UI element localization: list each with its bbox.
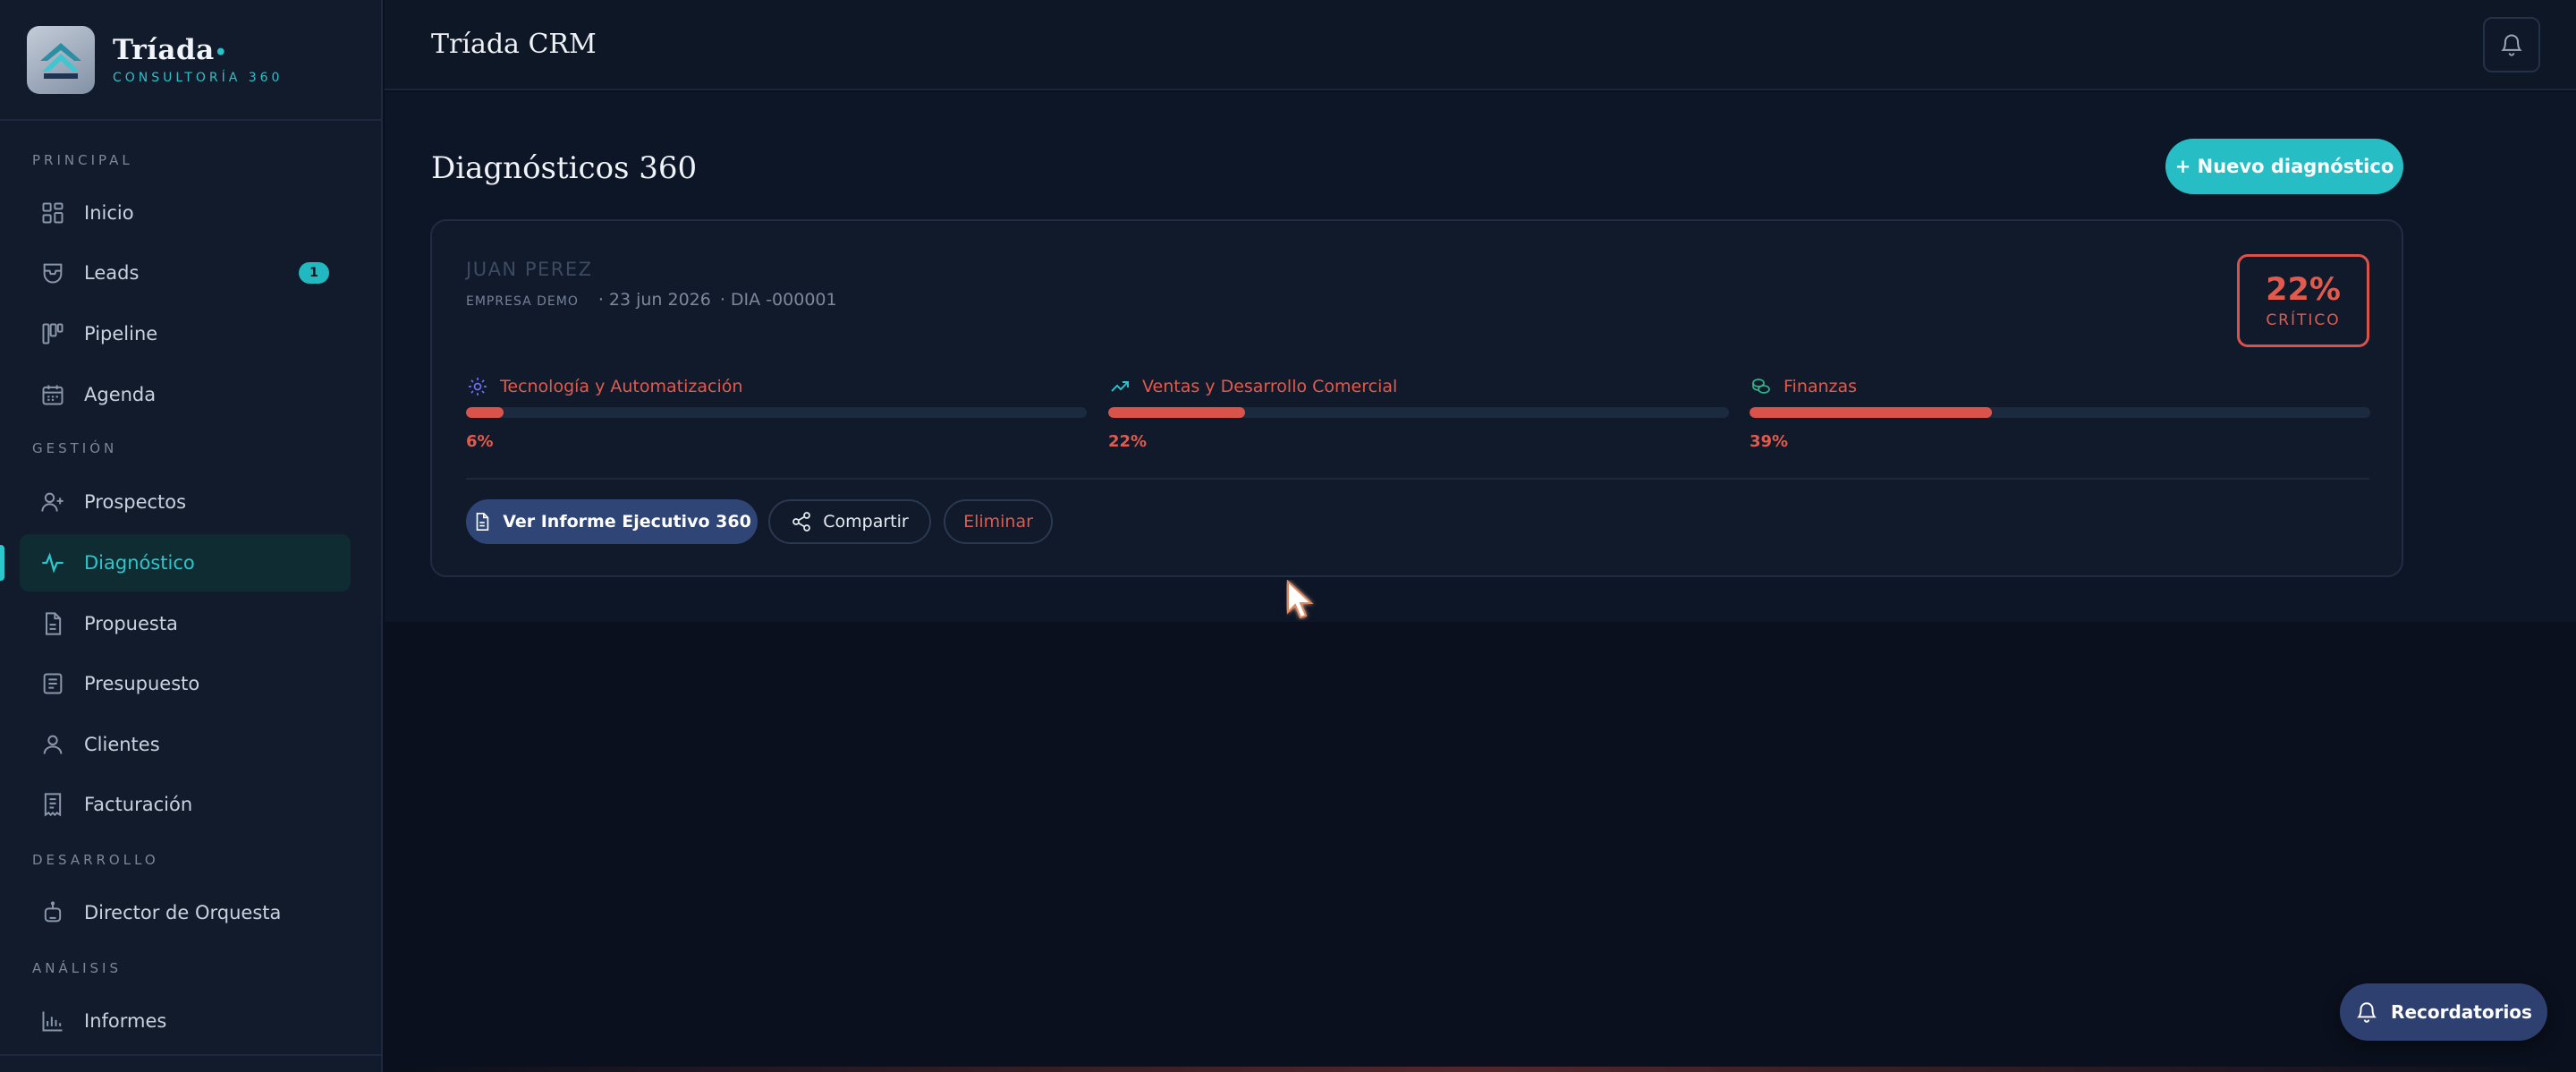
bottom-edge-glow (385, 1067, 2576, 1072)
pulse-icon (39, 549, 66, 576)
section-analisis: ANÁLISIS (32, 960, 122, 976)
sidebar-item-inicio[interactable]: Inicio (20, 184, 351, 242)
user-icon (39, 731, 66, 758)
sidebar-item-label: Facturación (84, 794, 193, 815)
new-diagnostic-button[interactable]: + Nuevo diagnóstico (2165, 139, 2403, 194)
metric-tecnologia: Tecnología y Automatización 6% (466, 375, 1087, 451)
reminders-label: Recordatorios (2391, 1001, 2532, 1023)
sidebar-item-director-de-orquesta[interactable]: Director de Orquesta (20, 884, 351, 941)
sidebar-item-informes[interactable]: Informes (20, 992, 351, 1050)
metric-label: Finanzas (1784, 377, 1858, 396)
sidebar-item-leads[interactable]: Leads 1 (20, 244, 351, 302)
section-principal: PRINCIPAL (32, 152, 133, 168)
chevron-logo-icon (40, 42, 81, 79)
calendar-icon (39, 381, 66, 408)
section-desarrollo: DESARROLLO (32, 852, 159, 868)
diagnostic-date: 23 jun 2026 (608, 290, 711, 310)
document-icon (472, 512, 492, 532)
metric-ventas: Ventas y Desarrollo Comercial 22% (1108, 375, 1729, 451)
robot-icon (39, 899, 66, 926)
kanban-icon (39, 320, 66, 347)
sidebar: Tríada• CONSULTORÍA 360 PRINCIPAL Inicio… (0, 0, 383, 1072)
diagnostic-meta: EMPRESA DEMO · 23 jun 2026 · DIA -000001 (466, 290, 837, 310)
metric-percent: 39% (1750, 432, 1789, 451)
leads-count-badge: 1 (299, 262, 329, 284)
metric-track (466, 407, 1087, 418)
sidebar-item-label: Director de Orquesta (84, 902, 282, 923)
sidebar-item-facturacion[interactable]: Facturación (20, 776, 351, 833)
metric-percent: 22% (1108, 432, 1148, 451)
metric-label: Tecnología y Automatización (500, 377, 743, 396)
metric-finanzas: Finanzas 39% (1750, 375, 2370, 451)
sidebar-item-label: Leads (84, 262, 140, 284)
sidebar-item-label: Informes (84, 1010, 167, 1032)
sidebar-item-label: Pipeline (84, 323, 158, 345)
metric-label: Ventas y Desarrollo Comercial (1142, 377, 1398, 396)
trend-up-icon (1108, 375, 1131, 398)
metric-fill (1750, 407, 1992, 418)
gear-icon (466, 375, 489, 398)
reminders-button[interactable]: Recordatorios (2340, 983, 2547, 1041)
grid-icon (39, 200, 66, 226)
diagnostic-code: DIA -000001 (730, 290, 837, 310)
metric-track (1108, 407, 1729, 418)
brand[interactable]: Tríada• CONSULTORÍA 360 (0, 0, 381, 121)
card-divider (466, 478, 2369, 480)
share-button[interactable]: Compartir (768, 499, 931, 544)
sidebar-item-label: Diagnóstico (84, 552, 195, 574)
bell-icon (2501, 34, 2522, 56)
topbar: Tríada CRM (385, 0, 2576, 90)
invoice-icon (39, 791, 66, 818)
sidebar-item-label: Agenda (84, 384, 157, 405)
active-indicator (0, 545, 4, 581)
metric-fill (466, 407, 504, 418)
score-label: CRÍTICO (2266, 311, 2341, 329)
section-gestion: GESTIÓN (32, 440, 118, 456)
metric-percent: 6% (466, 432, 494, 451)
sidebar-item-label: Prospectos (84, 491, 187, 513)
sidebar-item-label: Clientes (84, 734, 160, 755)
company-name: EMPRESA DEMO (466, 294, 579, 309)
sidebar-item-label: Propuesta (84, 613, 178, 634)
sidebar-item-clientes[interactable]: Clientes (20, 716, 351, 773)
delete-button[interactable]: Eliminar (944, 499, 1053, 544)
sidebar-item-propuesta[interactable]: Propuesta (20, 595, 351, 652)
view-report-label: Ver Informe Ejecutivo 360 (503, 512, 751, 532)
user-plus-icon (39, 489, 66, 515)
sidebar-item-diagnostico[interactable]: Diagnóstico (20, 534, 351, 591)
brand-logo (27, 25, 95, 94)
brand-subtitle: CONSULTORÍA 360 (113, 71, 284, 85)
document-icon (39, 610, 66, 637)
brand-dot: • (214, 41, 228, 64)
sidebar-item-pipeline[interactable]: Pipeline (20, 305, 351, 362)
sidebar-item-label: Inicio (84, 202, 134, 224)
app-title: Tríada CRM (431, 29, 597, 60)
sidebar-item-presupuesto[interactable]: Presupuesto (20, 655, 351, 712)
mouse-cursor-icon (1287, 580, 1314, 619)
sidebar-item-label: Presupuesto (84, 673, 200, 694)
diagnostic-card[interactable]: JUAN PEREZ EMPRESA DEMO · 23 jun 2026 · … (430, 219, 2403, 577)
brand-name: Tríada (113, 34, 215, 66)
score-value: 22% (2266, 272, 2341, 308)
view-report-button[interactable]: Ver Informe Ejecutivo 360 (466, 499, 758, 544)
sidebar-divider (0, 1054, 383, 1056)
client-name[interactable]: JUAN PEREZ (466, 259, 593, 280)
share-label: Compartir (823, 512, 909, 532)
metric-track (1750, 407, 2370, 418)
bell-icon (2355, 1000, 2378, 1024)
sidebar-item-prospectos[interactable]: Prospectos (20, 473, 351, 531)
inbox-icon (39, 259, 66, 286)
page-title: Diagnósticos 360 (431, 150, 698, 186)
sidebar-item-agenda[interactable]: Agenda (20, 366, 351, 423)
score-badge: 22% CRÍTICO (2237, 254, 2369, 347)
coins-icon (1750, 375, 1773, 398)
bar-chart-icon (39, 1008, 66, 1034)
metric-fill (1108, 407, 1245, 418)
share-icon (791, 511, 812, 532)
notifications-button[interactable] (2483, 17, 2540, 72)
receipt-icon (39, 670, 66, 697)
